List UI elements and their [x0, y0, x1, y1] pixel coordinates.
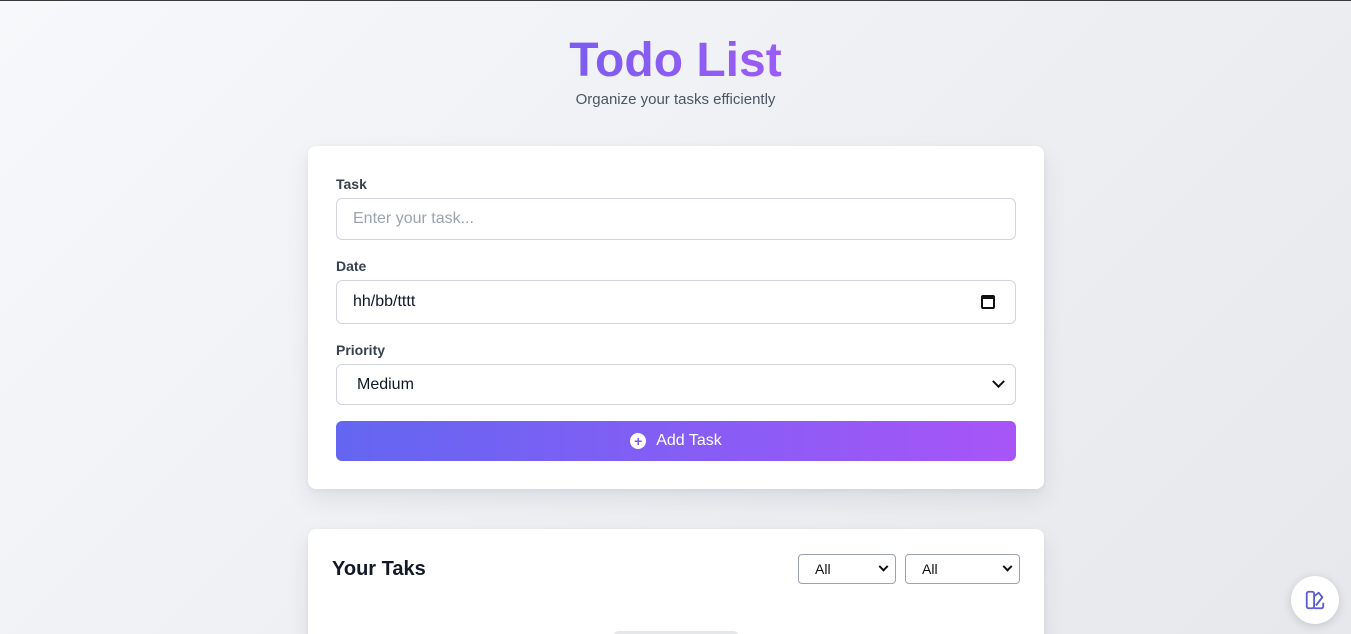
priority-select[interactable]: Medium: [336, 364, 1016, 405]
calendar-icon[interactable]: [981, 295, 995, 309]
page-header: Todo List Organize your tasks efficientl…: [0, 1, 1351, 108]
page-title: Todo List: [569, 34, 782, 87]
task-field-group: Task Enter your task...: [336, 176, 1016, 240]
priority-value: Medium: [357, 375, 414, 393]
priority-label: Priority: [336, 342, 386, 358]
page-subtitle: Organize your tasks efficiently: [575, 91, 776, 108]
chevron-down-icon: [1002, 561, 1013, 572]
theme-palette-button[interactable]: [1291, 576, 1339, 624]
chevron-down-icon: [992, 375, 1005, 389]
date-label: Date: [336, 258, 367, 274]
add-task-button[interactable]: + Add Task: [336, 421, 1016, 461]
task-list-title: Your Taks: [332, 557, 426, 580]
add-task-label: Add Task: [656, 432, 722, 449]
task-list-card: Your Taks All All: [308, 529, 1044, 634]
date-field-group: Date hh/bb/tttt: [336, 258, 1016, 324]
date-value: hh/bb/tttt: [353, 293, 416, 310]
date-input[interactable]: hh/bb/tttt: [336, 280, 1016, 324]
priority-field-group: Priority Medium: [336, 342, 1016, 405]
filter-group: All All: [798, 554, 1020, 584]
theme-palette-icon: [1305, 590, 1325, 610]
priority-filter-value: All: [922, 561, 938, 577]
plus-circle-icon: +: [630, 433, 647, 449]
chevron-down-icon: [878, 561, 889, 572]
task-list-header: Your Taks All All: [332, 529, 1020, 609]
task-label: Task: [336, 176, 367, 192]
add-task-form: Task Enter your task... Date hh/bb/tttt …: [308, 146, 1044, 489]
status-filter-value: All: [815, 561, 831, 577]
priority-filter-select[interactable]: All: [905, 554, 1020, 584]
status-filter-select[interactable]: All: [798, 554, 896, 584]
task-input[interactable]: Enter your task...: [336, 198, 1016, 240]
